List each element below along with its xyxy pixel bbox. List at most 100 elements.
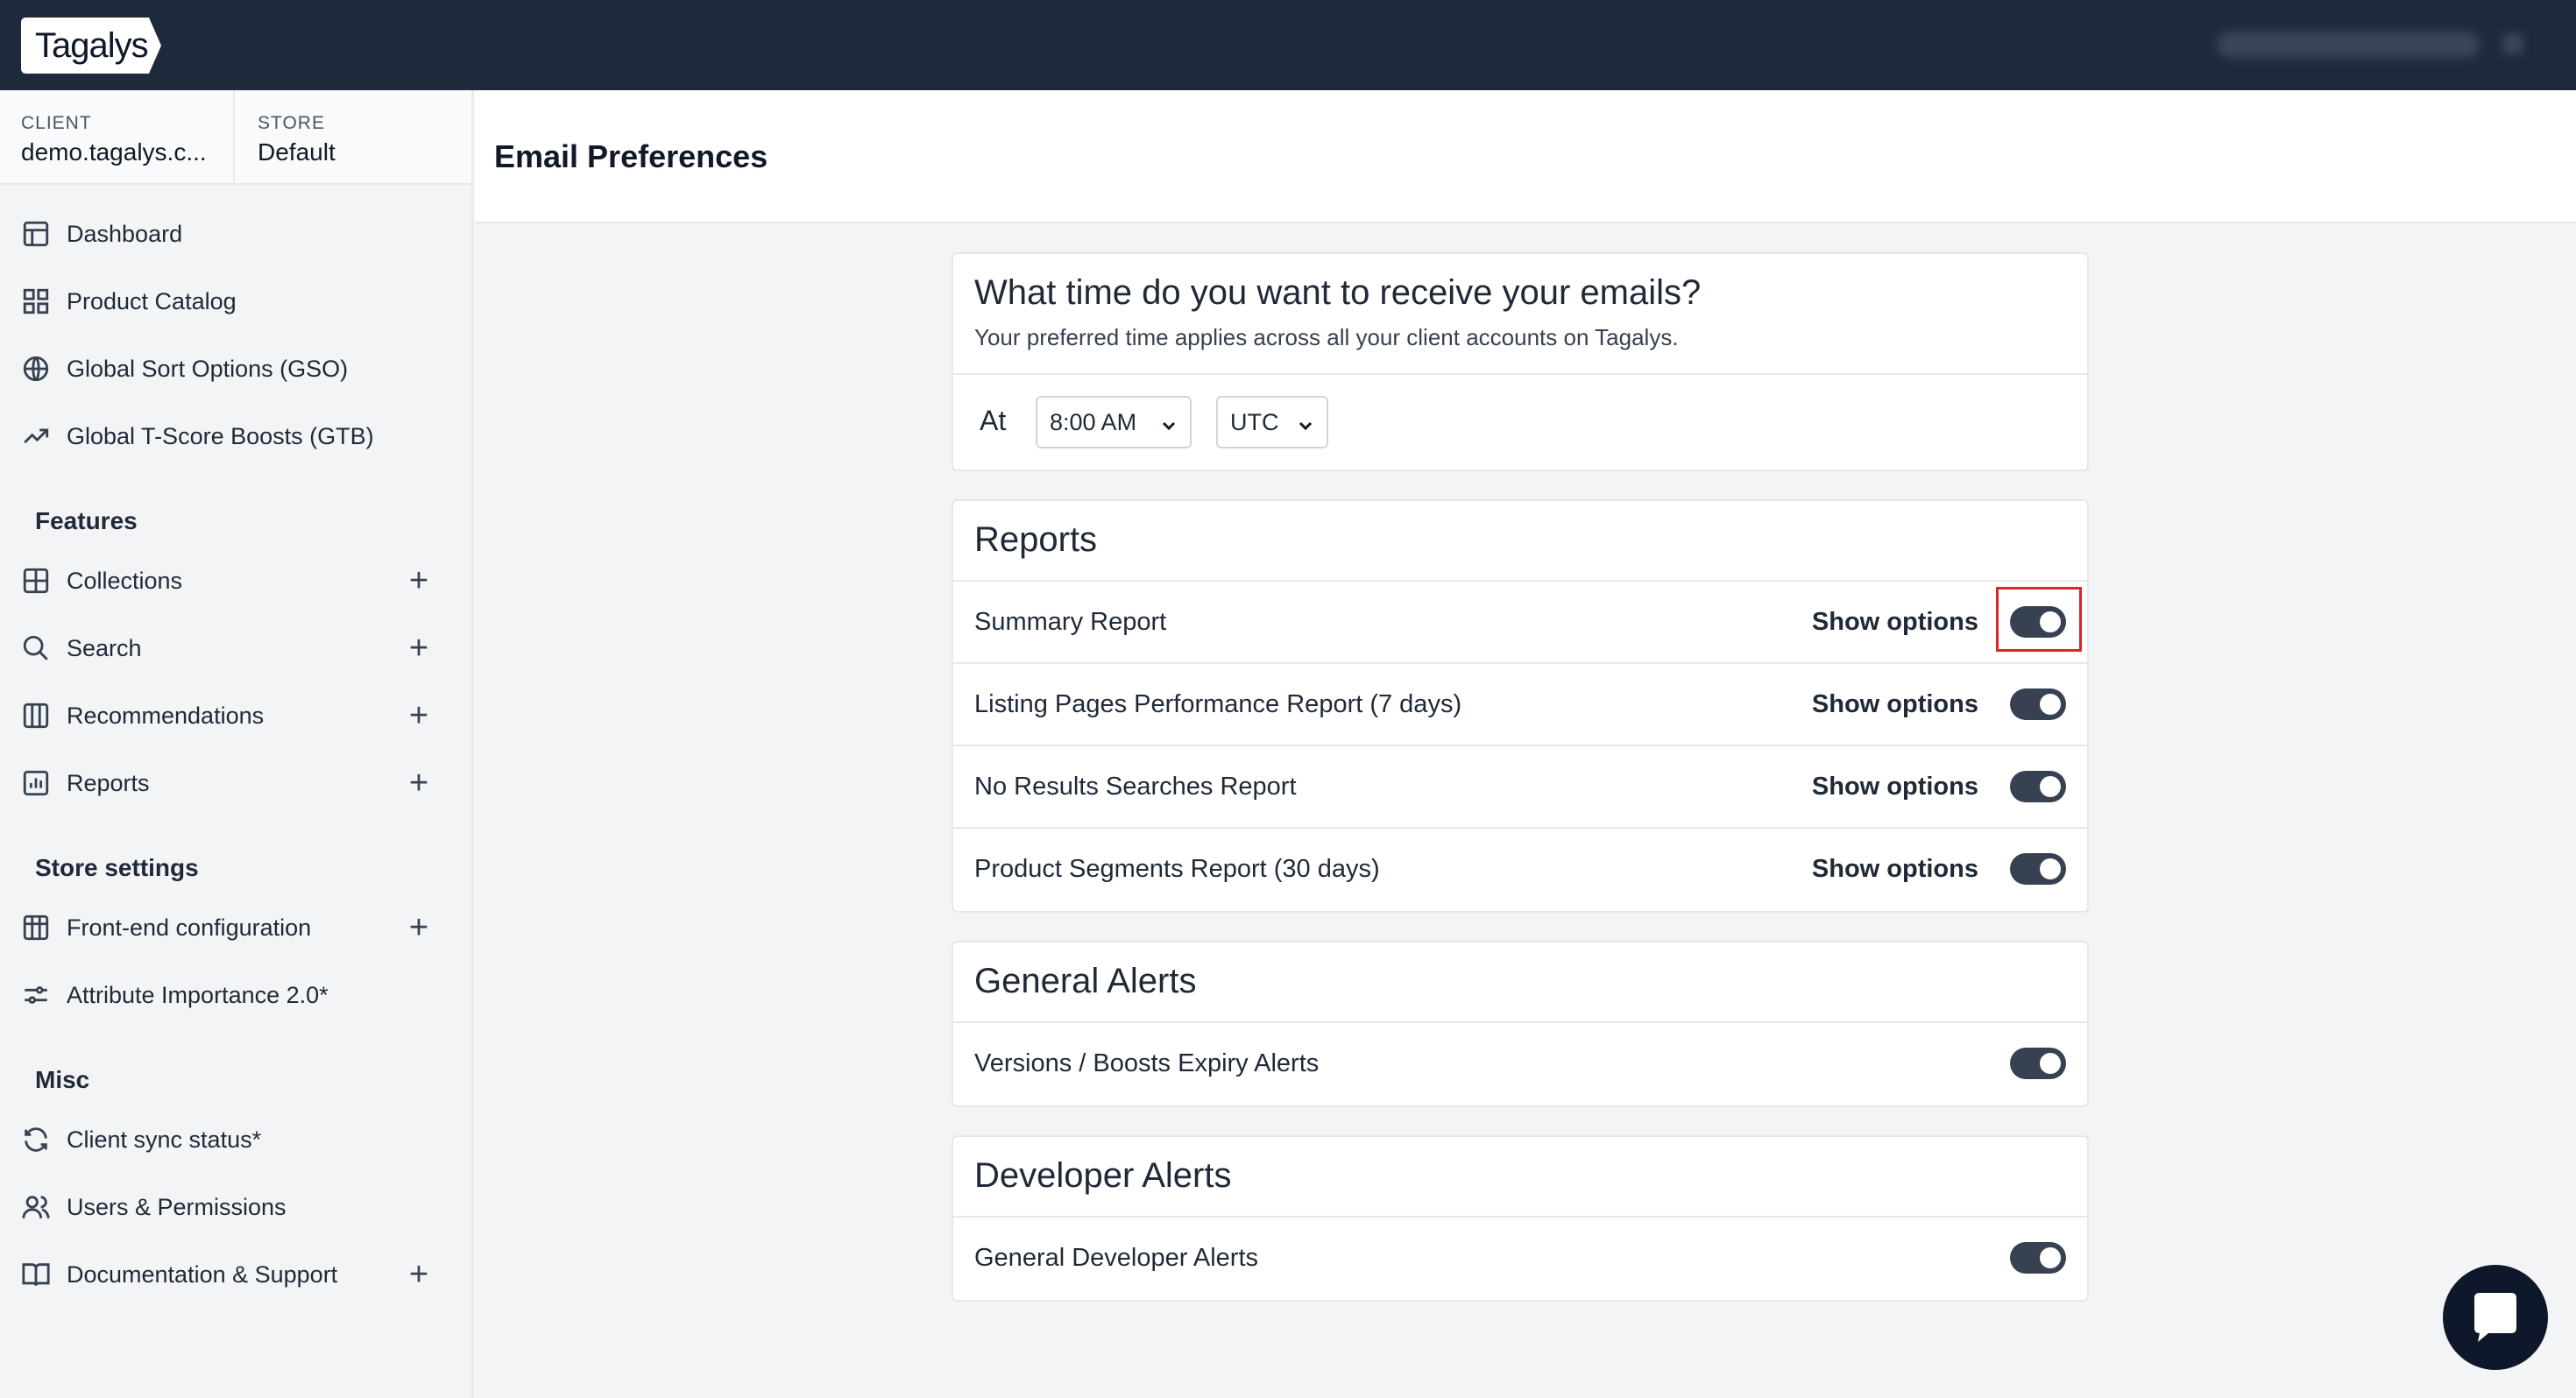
features-section-title: Features — [35, 507, 138, 534]
globe-icon — [21, 354, 51, 384]
users-icon — [21, 1192, 51, 1222]
sidebar-item-label: Attribute Importance 2.0* — [67, 981, 329, 1008]
sidebar-item-attribute-importance[interactable]: Attribute Importance 2.0* — [21, 971, 450, 1020]
expiry-alerts-toggle[interactable] — [2010, 1048, 2066, 1079]
developer-alerts-title: Developer Alerts — [974, 1156, 1232, 1195]
sidebar-item-label: Client sync status* — [67, 1126, 262, 1153]
expand-plus-icon[interactable]: + — [403, 765, 435, 801]
sidebar-item-dashboard[interactable]: Dashboard — [21, 209, 450, 258]
general-alerts-title: General Alerts — [974, 962, 1197, 1000]
expand-plus-icon[interactable]: + — [403, 630, 435, 667]
misc-section-title: Misc — [35, 1066, 90, 1093]
sidebar-item-client-sync[interactable]: Client sync status* — [21, 1115, 450, 1164]
sidebar-item-documentation[interactable]: Documentation & Support + — [21, 1250, 450, 1299]
report-row-listing-pages: Listing Pages Performance Report (7 days… — [953, 664, 2087, 746]
sidebar-item-label: Front-end configuration — [67, 914, 312, 941]
timezone-select-value: UTC — [1230, 408, 1279, 435]
sidebar-item-search[interactable]: Search + — [21, 624, 450, 673]
chevron-down-icon — [1297, 413, 1314, 431]
sidebar-item-label: Documentation & Support — [67, 1260, 338, 1288]
time-card-subtitle: Your preferred time applies across all y… — [974, 324, 1679, 350]
report-label: Product Segments Report (30 days) — [974, 855, 1380, 883]
report-row-no-results: No Results Searches Report Show options — [953, 746, 2087, 829]
sidebar-item-label: Collections — [67, 567, 183, 594]
store-settings-section-title: Store settings — [35, 854, 199, 881]
developer-alerts-card: Developer Alerts General Developer Alert… — [952, 1135, 2089, 1302]
show-options-button[interactable]: Show options — [1812, 608, 1978, 637]
client-selector[interactable]: CLIENT demo.tagalys.c... — [0, 90, 235, 183]
logo-text: Tagalys — [35, 26, 149, 65]
chat-button[interactable] — [2443, 1265, 2548, 1370]
context-switcher: CLIENT demo.tagalys.c... STORE Default — [0, 90, 471, 185]
trending-up-icon — [21, 421, 51, 451]
user-account-menu[interactable] — [2217, 32, 2480, 58]
time-select-value: 8:00 AM — [1050, 408, 1137, 435]
columns-icon — [21, 701, 51, 731]
expand-plus-icon[interactable]: + — [403, 697, 435, 734]
sidebar-item-gtb[interactable]: Global T-Score Boosts (GTB) — [21, 412, 450, 461]
sliders-icon — [21, 980, 51, 1010]
chevron-down-icon[interactable] — [2502, 33, 2523, 54]
alert-row-developer: General Developer Alerts — [953, 1218, 2087, 1300]
developer-alerts-toggle[interactable] — [2010, 1242, 2066, 1274]
expand-plus-icon[interactable]: + — [403, 909, 435, 946]
reports-title: Reports — [974, 520, 1098, 559]
product-segments-report-toggle[interactable] — [2010, 853, 2066, 885]
client-label: CLIENT — [21, 113, 92, 133]
sidebar-item-label: Search — [67, 634, 142, 661]
top-bar: Tagalys — [0, 0, 2576, 90]
search-icon — [21, 633, 51, 663]
sidebar-item-label: Global T-Score Boosts (GTB) — [67, 422, 374, 449]
alert-row-expiry: Versions / Boosts Expiry Alerts — [953, 1023, 2087, 1105]
sidebar-item-reports[interactable]: Reports + — [21, 759, 450, 808]
chevron-down-icon — [1160, 413, 1178, 431]
reports-card: Reports Summary Report Show options List… — [952, 499, 2089, 913]
collections-icon — [21, 566, 51, 596]
listing-pages-report-toggle[interactable] — [2010, 688, 2066, 720]
sidebar-item-label: Product Catalog — [67, 287, 237, 314]
expand-plus-icon[interactable]: + — [403, 1256, 435, 1293]
tagalys-logo[interactable]: Tagalys — [21, 18, 161, 74]
report-label: Summary Report — [974, 608, 1167, 636]
show-options-button[interactable]: Show options — [1812, 690, 1978, 719]
alert-label: General Developer Alerts — [974, 1244, 1258, 1272]
chat-bubble-icon — [2474, 1293, 2516, 1342]
sidebar-item-label: Users & Permissions — [67, 1193, 287, 1220]
store-selector[interactable]: STORE Default — [237, 90, 471, 183]
report-row-product-segments: Product Segments Report (30 days) Show o… — [953, 829, 2087, 911]
expand-plus-icon[interactable]: + — [403, 562, 435, 599]
bar-chart-icon — [21, 768, 51, 798]
refresh-icon — [21, 1125, 51, 1154]
sidebar-item-users-permissions[interactable]: Users & Permissions — [21, 1183, 450, 1232]
sidebar-item-label: Recommendations — [67, 702, 265, 729]
at-label: At — [980, 405, 1007, 436]
sidebar-item-gso[interactable]: Global Sort Options (GSO) — [21, 344, 450, 393]
sidebar-item-collections[interactable]: Collections + — [21, 556, 450, 605]
email-time-card: What time do you want to receive your em… — [952, 252, 2089, 471]
report-label: Listing Pages Performance Report (7 days… — [974, 690, 1462, 718]
grid-icon — [21, 286, 51, 316]
sidebar-item-label: Reports — [67, 769, 150, 796]
sidebar-item-product-catalog[interactable]: Product Catalog — [21, 277, 450, 326]
time-card-title: What time do you want to receive your em… — [974, 273, 1702, 312]
timezone-select[interactable]: UTC — [1216, 396, 1328, 448]
sidebar-item-frontend-config[interactable]: Front-end configuration + — [21, 903, 450, 952]
sidebar-item-label: Dashboard — [67, 220, 183, 247]
book-icon — [21, 1260, 51, 1289]
no-results-report-toggle[interactable] — [2010, 771, 2066, 802]
sidebar-item-recommendations[interactable]: Recommendations + — [21, 691, 450, 740]
report-row-summary: Summary Report Show options — [953, 582, 2087, 664]
show-options-button[interactable]: Show options — [1812, 855, 1978, 884]
report-label: No Results Searches Report — [974, 773, 1297, 801]
time-select[interactable]: 8:00 AM — [1036, 396, 1192, 448]
client-value: demo.tagalys.c... — [21, 138, 207, 166]
show-options-button[interactable]: Show options — [1812, 773, 1978, 801]
highlight-box — [1996, 587, 2082, 652]
alert-label: Versions / Boosts Expiry Alerts — [974, 1049, 1320, 1077]
page-header: Email Preferences — [475, 90, 2576, 223]
store-value: Default — [258, 138, 336, 166]
general-alerts-card: General Alerts Versions / Boosts Expiry … — [952, 941, 2089, 1107]
layout-icon — [21, 219, 51, 249]
page-title: Email Preferences — [494, 138, 768, 174]
sidebar-item-label: Global Sort Options (GSO) — [67, 355, 349, 382]
